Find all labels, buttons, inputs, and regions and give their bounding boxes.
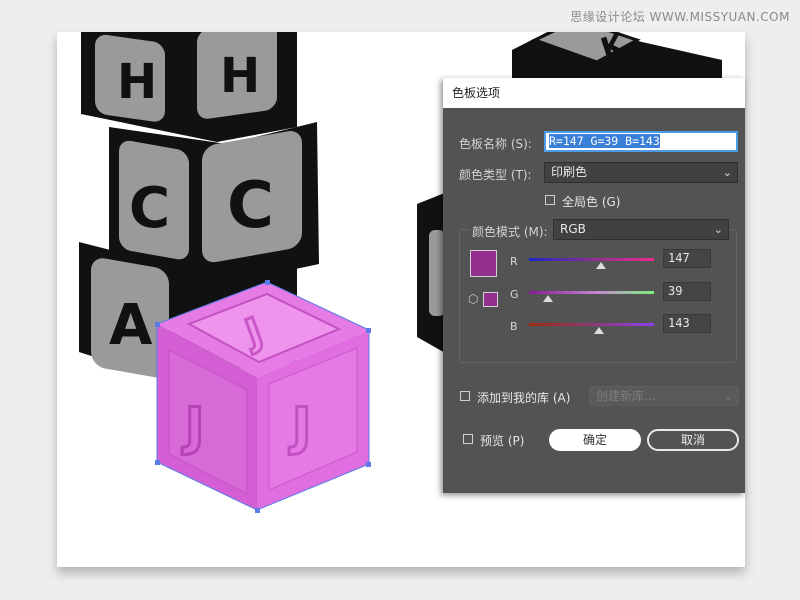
preview-checkbox[interactable] xyxy=(463,434,473,444)
channel-r-input[interactable]: 147 xyxy=(663,249,711,268)
block-letter-c2: C xyxy=(227,169,274,243)
color-mode-value: RGB xyxy=(560,222,586,236)
channel-g-label: G xyxy=(510,288,519,301)
cancel-button[interactable]: 取消 xyxy=(647,429,739,451)
block-letter-h2: H xyxy=(220,48,260,104)
block-letter-a: A xyxy=(109,293,153,358)
swatch-name-input[interactable]: R=147 G=39 B=143 xyxy=(544,131,738,152)
color-swatch-small[interactable] xyxy=(483,292,498,307)
global-color-checkbox[interactable] xyxy=(545,195,555,205)
color-swatch-preview xyxy=(470,250,497,277)
channel-r-slider[interactable] xyxy=(529,258,654,261)
channel-r-label: R xyxy=(510,255,518,268)
cube-icon[interactable]: ⬡ xyxy=(468,292,478,306)
channel-g-thumb[interactable] xyxy=(543,295,554,302)
selected-cube-j[interactable]: J J J xyxy=(155,280,371,513)
block-letter-c1: C xyxy=(129,176,170,241)
channel-b-slider[interactable] xyxy=(529,323,654,326)
swatch-name-value: R=147 G=39 B=143 xyxy=(549,134,660,148)
add-to-library-label: 添加到我的库 (A) xyxy=(477,391,571,405)
cube-letter-left: J xyxy=(182,397,204,457)
channel-b-label: B xyxy=(510,320,518,333)
library-placeholder: 创建新库... xyxy=(596,389,656,403)
channel-b-thumb[interactable] xyxy=(594,327,605,334)
channel-r-thumb[interactable] xyxy=(596,262,606,269)
watermark: 思缘设计论坛 WWW.MISSYUAN.COM xyxy=(570,10,790,24)
block-letter-h1: H xyxy=(117,54,157,110)
add-to-library-checkbox[interactable] xyxy=(460,391,470,401)
channel-g-slider[interactable] xyxy=(529,291,654,294)
cancel-button-label: 取消 xyxy=(680,433,705,447)
preview-label: 预览 (P) xyxy=(480,434,525,448)
ok-button[interactable]: 确定 xyxy=(549,429,641,451)
swatch-options-dialog: 色板选项 色板名称 (S): R=147 G=39 B=143 颜色类型 (T)… xyxy=(443,78,745,493)
channel-g-input[interactable]: 39 xyxy=(663,282,711,301)
color-type-value: 印刷色 xyxy=(551,165,588,179)
ok-button-label: 确定 xyxy=(582,433,607,447)
color-type-label: 颜色类型 (T): xyxy=(459,168,532,182)
dialog-title: 色板选项 xyxy=(443,78,745,108)
cube-letter-right: J xyxy=(289,397,311,457)
color-mode-select[interactable]: RGB ⌄ xyxy=(553,219,729,240)
channel-b-input[interactable]: 143 xyxy=(663,314,711,333)
swatch-name-label: 色板名称 (S): xyxy=(459,137,532,151)
global-color-label: 全局色 (G) xyxy=(562,195,621,209)
library-select[interactable]: 创建新库... ⌄ xyxy=(589,386,739,406)
block-cube-h[interactable]: H H xyxy=(81,32,297,142)
chevron-down-icon: ⌄ xyxy=(713,223,723,236)
color-mode-label: 颜色模式 (M): xyxy=(469,223,551,240)
chevron-down-icon: ⌄ xyxy=(722,166,732,179)
color-type-select[interactable]: 印刷色 ⌄ xyxy=(544,162,738,183)
chevron-down-icon: ⌄ xyxy=(723,390,733,403)
